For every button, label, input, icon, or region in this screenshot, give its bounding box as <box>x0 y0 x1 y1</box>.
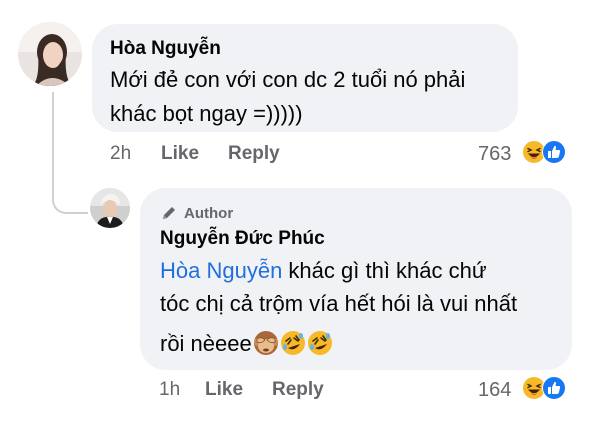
rofl-emoji <box>280 331 305 355</box>
commenter-avatar[interactable] <box>18 22 82 86</box>
reply-author-avatar[interactable] <box>90 188 130 228</box>
rofl-emoji <box>307 331 332 355</box>
like-icon <box>542 376 566 400</box>
comment-author-name[interactable]: Hòa Nguyễn <box>110 38 221 60</box>
see-no-evil-monkey-emoji <box>253 331 278 355</box>
comment-reply-button[interactable]: Reply <box>228 143 280 165</box>
reply-text-line-2: tóc chị cả trộm vía hết hói là vui nhất <box>160 291 518 316</box>
pen-icon <box>163 207 175 219</box>
reply-text-line-1-rest: khác gì thì khác chứ <box>282 258 487 283</box>
reply-text-line-3-text: rồi nèeee <box>160 331 252 356</box>
reply-reactions[interactable] <box>522 376 566 400</box>
comment-text-line-1: Mới đẻ con với con dc 2 tuổi nó phải <box>110 67 466 92</box>
reply-reply-button[interactable]: Reply <box>272 379 324 401</box>
mention-link[interactable]: Hòa Nguyễn <box>160 258 282 283</box>
author-badge-label: Author <box>184 204 234 222</box>
reply-author-name[interactable]: Nguyễn Đức Phúc <box>160 228 325 250</box>
reply-like-button[interactable]: Like <box>205 379 243 401</box>
author-badge: Author <box>160 204 233 222</box>
thread-connector-line <box>52 92 88 214</box>
reply-text-line-1: Hòa Nguyễn khác gì thì khác chứ <box>160 253 487 288</box>
comment-like-button[interactable]: Like <box>161 143 199 165</box>
like-icon <box>542 140 566 164</box>
comment-reactions[interactable] <box>522 140 566 164</box>
comment-text-line-2: khác bọt ngay =))))) <box>110 101 303 126</box>
reply-text-line-3: rồi nèeee <box>160 326 333 361</box>
comment-reaction-count[interactable]: 763 <box>478 143 511 166</box>
reply-timestamp[interactable]: 1h <box>159 379 180 401</box>
comment-timestamp[interactable]: 2h <box>110 143 131 165</box>
reply-reaction-count[interactable]: 164 <box>478 379 511 402</box>
